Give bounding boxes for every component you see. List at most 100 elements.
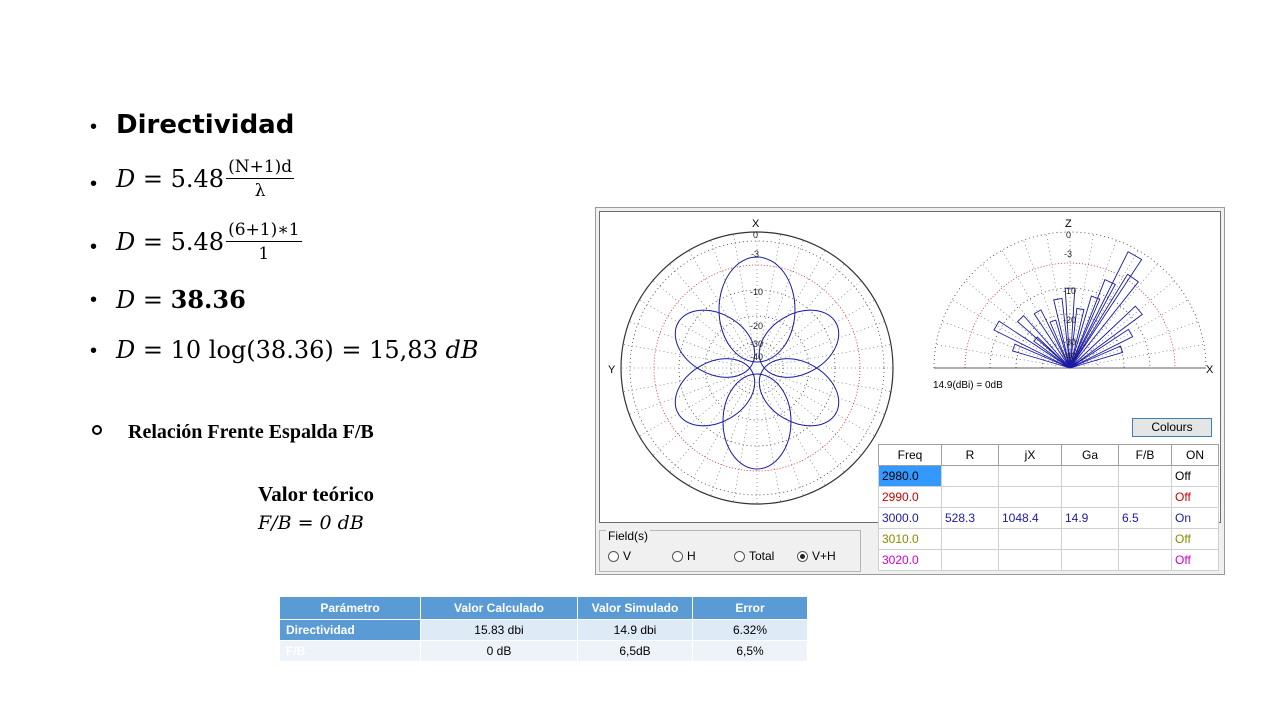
freq-cell-freq: 3000.0 — [878, 507, 942, 529]
bullet-dot: • — [90, 340, 98, 362]
ring-label: -30 — [750, 339, 763, 349]
row-label: F/B — [279, 640, 421, 662]
ring-label: -20 — [1063, 315, 1076, 325]
ring-labels: 0 -3 -10 -20 -30 -40 — [750, 230, 763, 362]
bullet-dot — [92, 425, 102, 435]
col-header[interactable]: R — [941, 444, 999, 466]
ring-label: -3 — [1064, 249, 1072, 259]
col-header[interactable]: Ga — [1061, 444, 1119, 466]
polar-ring — [629, 240, 885, 496]
polar-spoke — [1078, 263, 1158, 358]
ring-label: -30 — [1063, 337, 1076, 347]
freq-cell-jx: 1048.4 — [998, 507, 1062, 529]
freq-cell-on: Off — [1171, 549, 1219, 571]
field-radio-v[interactable]: V — [608, 549, 631, 563]
polar-spoke — [733, 381, 755, 502]
freq-cell-freq: 3010.0 — [878, 528, 942, 550]
frequency-table: Freq R jX Ga F/B ON 2980.0 Off 2990.0 Off 30… — [878, 444, 1219, 571]
freq-cell-jx — [998, 486, 1062, 508]
polar-spoke — [1083, 321, 1198, 364]
theoretical-value-title: Valor teórico — [258, 482, 375, 506]
col-header[interactable]: jX — [998, 444, 1062, 466]
radio-label: V+H — [812, 549, 836, 563]
polar-spoke — [629, 372, 744, 415]
col-header: Error — [692, 596, 808, 620]
ring-label: 0 — [1066, 230, 1071, 240]
freq-table-row[interactable]: 3010.0 Off — [878, 528, 1219, 550]
freq-cell-r — [941, 528, 999, 550]
freq-cell-r: 528.3 — [941, 507, 999, 529]
freq-cell-freq: 2990.0 — [878, 486, 942, 508]
polar-ring — [704, 315, 810, 421]
freq-cell-fb — [1118, 465, 1172, 487]
freq-cell-on: Off — [1171, 528, 1219, 550]
polar-spoke — [1083, 344, 1204, 366]
freq-cell-ga — [1061, 465, 1119, 487]
polar-spoke — [761, 381, 804, 496]
freq-cell-ga — [1061, 549, 1119, 571]
ring-label: -40 — [750, 352, 763, 362]
table-cell: 6,5dB — [577, 640, 693, 662]
freq-cell-ga: 14.9 — [1061, 507, 1119, 529]
radio-icon — [734, 550, 745, 562]
polar-spoke — [1001, 250, 1064, 357]
parameter-table: Parámetro Valor Calculado Valor Simulado… — [279, 596, 808, 662]
table-row: Directividad 15.83 dbi 14.9 dbi 6.32% — [279, 619, 808, 641]
col-header[interactable]: ON — [1171, 444, 1219, 466]
field-radio-total[interactable]: Total — [734, 549, 774, 563]
polar-outer-ring — [620, 231, 894, 505]
table-cell: 6.32% — [692, 619, 808, 641]
polar-spoke — [770, 372, 885, 415]
elevation-polar-plot: Z X 0 -3 -10 -20 -30 -40 14.9(dBi) = 0dB — [933, 218, 1214, 391]
polar-spoke — [1080, 280, 1175, 360]
freq-cell-fb — [1118, 486, 1172, 508]
freq-table-row[interactable]: 3000.0 528.3 1048.4 14.9 6.5 On — [878, 507, 1219, 529]
polar-spoke — [767, 280, 862, 360]
freq-cell-on: On — [1171, 507, 1219, 529]
polar-spoke — [761, 240, 804, 355]
ring-label: -20 — [750, 321, 763, 331]
equation-2: D = 5.48 (6+1)∗1 1 — [116, 220, 302, 264]
freq-table-row[interactable]: 2980.0 Off — [878, 465, 1219, 487]
polar-spoke — [652, 280, 747, 360]
polar-spoke — [942, 321, 1057, 364]
ring-label: 0 — [753, 230, 758, 240]
col-header: Valor Calculado — [420, 596, 578, 620]
polar-spoke — [982, 263, 1062, 358]
pattern-spike — [1069, 273, 1140, 369]
radio-label: Total — [749, 549, 775, 563]
freq-cell-fb: 6.5 — [1118, 507, 1172, 529]
polar-spoke — [936, 344, 1057, 366]
ring-label: -40 — [1063, 351, 1076, 361]
freq-table-row[interactable]: 2990.0 Off — [878, 486, 1219, 508]
polar-spokes — [621, 232, 893, 504]
freq-cell-fb — [1118, 528, 1172, 550]
polar-spoke — [763, 379, 826, 486]
polar-spoke — [710, 381, 753, 496]
radio-icon — [797, 550, 808, 562]
radio-icon — [672, 550, 683, 562]
colours-button[interactable]: Colours — [1132, 418, 1212, 437]
field-radio-h[interactable]: H — [672, 549, 696, 563]
fields-legend: Field(s) — [606, 529, 651, 543]
col-header[interactable]: F/B — [1118, 444, 1172, 466]
relation-heading: Relación Frente Espalda F/B — [128, 421, 374, 443]
freq-cell-freq: 3020.0 — [878, 549, 942, 571]
col-header[interactable]: Freq — [878, 444, 942, 466]
ring-label: -10 — [750, 287, 763, 297]
bullet-dot: • — [90, 289, 98, 311]
polar-spoke — [1081, 299, 1188, 362]
freq-cell-on: Off — [1171, 486, 1219, 508]
polar-spoke — [629, 321, 744, 364]
field-radio-vh[interactable]: V+H — [797, 549, 836, 563]
bullet-dot: • — [90, 236, 98, 258]
freq-cell-fb — [1118, 549, 1172, 571]
freq-cell-ga — [1061, 486, 1119, 508]
table-header-row: Freq R jX Ga F/B ON — [878, 444, 1219, 466]
axis-label-z: Z — [1065, 218, 1072, 230]
table-cell: 14.9 dbi — [577, 619, 693, 641]
radio-label: H — [687, 549, 696, 563]
freq-table-row[interactable]: 3020.0 Off — [878, 549, 1219, 571]
ring-label: -3 — [751, 249, 759, 259]
freq-cell-r — [941, 549, 999, 571]
